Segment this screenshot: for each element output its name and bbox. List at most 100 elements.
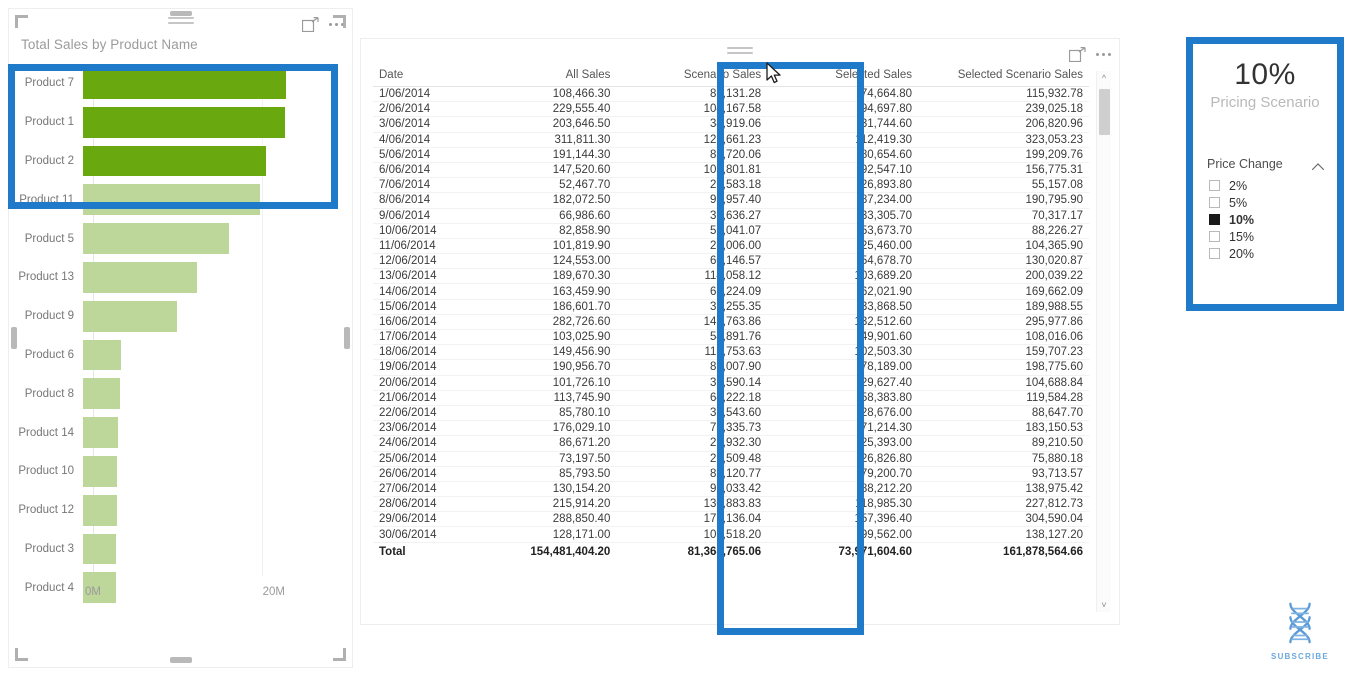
checkbox-icon[interactable] — [1209, 197, 1220, 208]
table-row[interactable]: 27/06/2014 130,154.20 97,033.42 88,212.20 13… — [373, 481, 1089, 498]
bar-row[interactable]: Product 14 — [9, 413, 344, 452]
bar-row[interactable]: Product 13 — [9, 258, 344, 297]
table-row[interactable]: 23/06/2014 176,029.10 78,335.73 71,214.30 18… — [373, 420, 1089, 437]
bar-row[interactable]: Product 3 — [9, 530, 344, 569]
bar[interactable] — [83, 261, 197, 293]
table-column-header[interactable]: All Sales — [465, 67, 617, 87]
price-change-option[interactable]: 10% — [1193, 211, 1337, 228]
table-row[interactable]: 19/06/2014 190,956.70 86,007.90 78,189.00 19… — [373, 359, 1089, 376]
scroll-up-icon[interactable]: ^ — [1097, 71, 1111, 85]
drag-handle-icon[interactable] — [727, 47, 753, 57]
table-row[interactable]: 3/06/2014 203,646.50 34,919.06 31,744.60 206… — [373, 116, 1089, 133]
chevron-up-icon[interactable] — [1311, 160, 1325, 170]
bar[interactable] — [83, 417, 119, 448]
bar[interactable] — [83, 145, 266, 177]
bar[interactable] — [83, 378, 121, 410]
price-change-option[interactable]: 5% — [1193, 194, 1337, 211]
table-row[interactable]: 8/06/2014 182,072.50 95,957.40 87,234.00 190… — [373, 192, 1089, 209]
checkbox-checked-icon[interactable] — [1209, 214, 1220, 225]
checkbox-icon[interactable] — [1209, 180, 1220, 191]
table-cell: 19/06/2014 — [373, 359, 466, 376]
bar[interactable] — [83, 68, 287, 99]
table-row[interactable]: 6/06/2014 147,520.60 101,801.81 92,547.10 15… — [373, 162, 1089, 179]
checkbox-icon[interactable] — [1209, 248, 1220, 259]
table-row[interactable]: 13/06/2014 189,670.30 114,058.12 103,689.20… — [373, 268, 1089, 285]
bar-row[interactable]: Product 11 — [9, 180, 344, 219]
table-row[interactable]: 20/06/2014 101,726.10 32,590.14 29,627.40 10… — [373, 375, 1089, 391]
focus-mode-icon[interactable] — [1068, 47, 1086, 63]
selection-handle-top-right[interactable] — [333, 15, 346, 28]
table-column-header[interactable]: Date — [373, 67, 466, 87]
bar-row[interactable]: Product 1 — [9, 103, 344, 142]
scroll-down-icon[interactable]: ˅ — [1097, 598, 1111, 612]
table-row[interactable]: 16/06/2014 282,726.60 145,763.86 132,512.60… — [373, 314, 1089, 331]
scrollbar-thumb[interactable] — [1099, 89, 1110, 135]
table-column-header[interactable]: Selected Scenario Sales — [918, 67, 1089, 87]
table-cell: 102,503.30 — [767, 344, 918, 361]
bar-category-label: Product 6 — [24, 348, 74, 361]
table-row[interactable]: 18/06/2014 149,456.90 112,753.63 102,503.30… — [373, 344, 1089, 361]
table-row[interactable]: 14/06/2014 163,459.90 68,224.09 62,021.90 16… — [373, 283, 1089, 300]
resize-grip-bottom[interactable] — [169, 657, 192, 663]
table-row[interactable]: 21/06/2014 113,745.90 64,222.18 58,383.80 11… — [373, 390, 1089, 406]
table-row[interactable]: 22/06/2014 85,780.10 31,543.60 28,676.00 88,… — [373, 405, 1089, 422]
table-row[interactable]: 29/06/2014 288,850.40 173,136.04 157,396.40… — [373, 511, 1089, 528]
table-row[interactable]: 5/06/2014 191,144.30 88,720.06 80,654.60 199… — [373, 147, 1089, 163]
selection-handle-bottom-right[interactable] — [333, 648, 346, 661]
table-row[interactable]: 26/06/2014 85,793.50 87,120.77 79,200.70 93,… — [373, 466, 1089, 482]
bar-row[interactable]: Product 12 — [9, 491, 344, 530]
table-row[interactable]: 1/06/2014 108,466.30 82,131.28 74,664.80 115… — [373, 86, 1089, 103]
selection-handle-top-left[interactable] — [15, 15, 28, 28]
table-row[interactable]: 25/06/2014 73,197.50 29,509.48 26,826.80 75,… — [373, 451, 1089, 467]
resize-grip-left[interactable] — [11, 327, 17, 349]
selection-handle-bottom-left[interactable] — [15, 648, 28, 661]
table-row[interactable]: 30/06/2014 128,171.00 109,518.20 99,562.00 1… — [373, 526, 1089, 543]
price-change-option-list[interactable]: 2% 5% 10% 15% 20% — [1193, 177, 1337, 262]
resize-grip-right[interactable] — [344, 327, 350, 349]
table-cell: 88,647.70 — [918, 405, 1089, 422]
table-row[interactable]: 12/06/2014 124,553.00 60,146.57 54,678.70 13… — [373, 253, 1089, 270]
price-change-option[interactable]: 2% — [1193, 177, 1337, 194]
table-cell: 85,780.10 — [465, 405, 617, 422]
table-cell: 104,167.58 — [616, 101, 768, 118]
bar-row[interactable]: Product 6 — [9, 336, 344, 375]
focus-mode-icon[interactable] — [301, 17, 319, 33]
bar[interactable] — [83, 533, 117, 565]
table-row[interactable]: 4/06/2014 311,811.30 123,661.23 112,419.30 3… — [373, 132, 1089, 148]
bar[interactable] — [83, 494, 118, 526]
bar[interactable] — [83, 106, 286, 138]
price-change-option[interactable]: 20% — [1193, 245, 1337, 262]
table-row[interactable]: 7/06/2014 52,467.70 29,583.18 26,893.80 55,1… — [373, 177, 1089, 194]
table-row[interactable]: 24/06/2014 86,671.20 27,932.30 25,393.00 89,… — [373, 435, 1089, 452]
bar-row[interactable]: Product 8 — [9, 374, 344, 413]
bar-row[interactable]: Product 9 — [9, 297, 344, 336]
more-options-icon[interactable] — [1096, 47, 1111, 62]
table-row[interactable]: 15/06/2014 186,601.70 37,255.35 33,868.50 18… — [373, 299, 1089, 315]
bar[interactable] — [83, 300, 177, 332]
table-row[interactable]: 28/06/2014 215,914.20 130,883.83 118,985.30… — [373, 496, 1089, 513]
resize-grip-top[interactable] — [169, 11, 192, 16]
table-column-header[interactable]: Scenario Sales — [616, 67, 768, 87]
bar-chart-visual[interactable]: Total Sales by Product Name Product 7 Pro… — [8, 8, 353, 668]
bar-category-label: Product 3 — [24, 542, 74, 555]
table-column-header[interactable]: Selected Sales — [767, 67, 918, 87]
price-change-option[interactable]: 15% — [1193, 228, 1337, 245]
bar[interactable] — [83, 455, 118, 487]
bar-row[interactable]: Product 5 — [9, 219, 344, 258]
table-vertical-scrollbar[interactable]: ^ ˅ — [1096, 71, 1111, 612]
bar[interactable] — [83, 339, 121, 371]
table-row[interactable]: 9/06/2014 66,986.60 36,636.27 33,305.70 70,3… — [373, 208, 1089, 224]
pricing-scenario-panel[interactable]: 10% Pricing Scenario Price Change 2% 5% 10… — [1186, 37, 1344, 311]
table-row[interactable]: 11/06/2014 101,819.90 28,006.00 25,460.00 10… — [373, 238, 1089, 255]
bar-row[interactable]: Product 7 — [9, 64, 344, 103]
bar[interactable] — [83, 223, 230, 254]
data-table-visual[interactable]: Date All Sales Scenario Sales Selected Sale… — [360, 38, 1120, 625]
bar[interactable] — [83, 184, 261, 216]
table-row[interactable]: 2/06/2014 229,555.40 104,167.58 94,697.80 23… — [373, 101, 1089, 118]
drag-handle-icon[interactable] — [167, 17, 194, 27]
table-row[interactable]: 10/06/2014 82,858.90 59,041.07 53,673.70 88,… — [373, 223, 1089, 239]
checkbox-icon[interactable] — [1209, 231, 1220, 242]
table-row[interactable]: 17/06/2014 103,025.90 54,891.76 49,901.60 10… — [373, 329, 1089, 346]
bar-row[interactable]: Product 2 — [9, 142, 344, 181]
bar-row[interactable]: Product 10 — [9, 452, 344, 491]
